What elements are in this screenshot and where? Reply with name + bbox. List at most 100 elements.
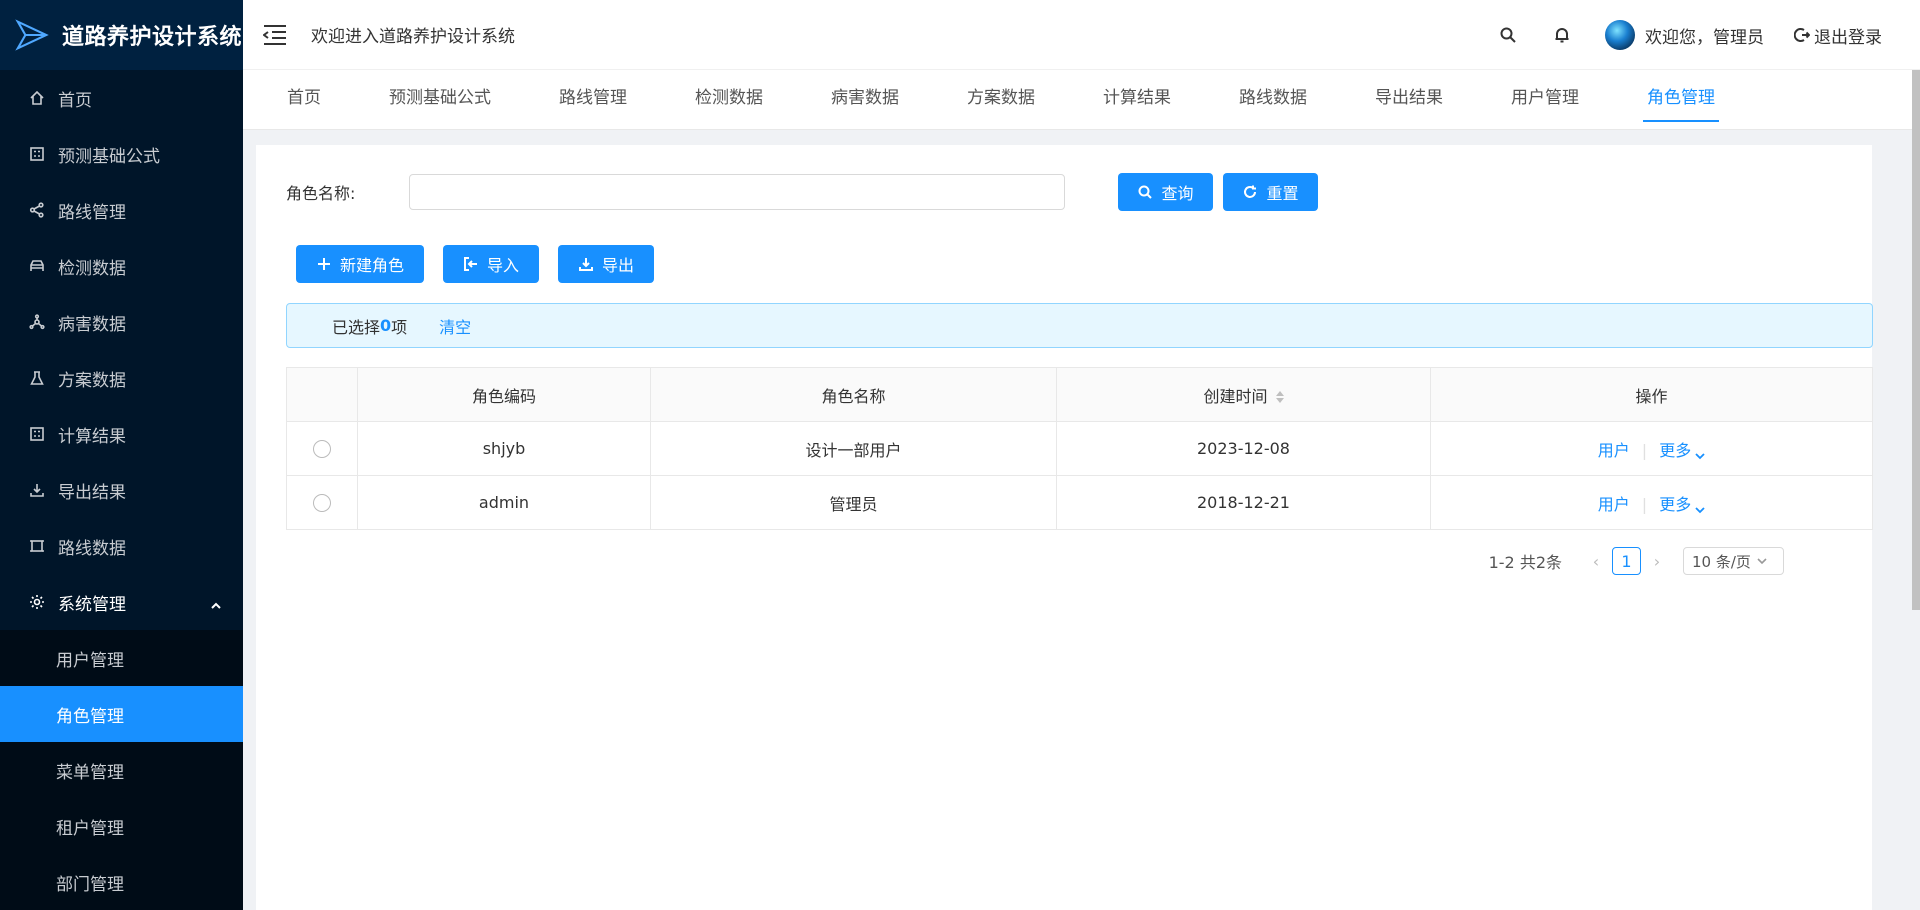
- page-size-select[interactable]: 10 条/页: [1683, 547, 1784, 575]
- experiment-icon: [28, 369, 46, 387]
- tab-inspection[interactable]: 检测数据: [661, 70, 797, 130]
- sidebar-item-route-data[interactable]: 路线数据: [0, 518, 243, 574]
- column-header-actions: 操作: [1430, 367, 1873, 422]
- sidebar-item-label: 角色管理: [56, 706, 124, 727]
- row-radio[interactable]: [313, 440, 331, 459]
- row-radio[interactable]: [313, 494, 331, 513]
- query-label: 查询: [1161, 186, 1194, 203]
- prev-page-button[interactable]: ‹: [1588, 552, 1604, 571]
- reload-icon: [1244, 185, 1257, 198]
- sidebar-item-disease[interactable]: 病害数据: [0, 294, 243, 350]
- sidebar-item-label: 路线管理: [58, 202, 126, 223]
- sidebar: 道路养护设计系统 首页 预测基础公式 路线管理 检测数据 病害数据 方案数据 计…: [0, 0, 243, 910]
- menu-fold-icon[interactable]: [263, 22, 289, 48]
- tab-home[interactable]: 首页: [253, 70, 355, 130]
- sidebar-item-user-mgmt[interactable]: 用户管理: [0, 630, 243, 686]
- table-row: admin 管理员 2018-12-21 用户 | 更多: [286, 475, 1873, 530]
- search-form: 角色名称: 查询 重置: [286, 173, 1318, 211]
- sidebar-item-label: 计算结果: [58, 426, 126, 447]
- sidebar-item-label: 路线数据: [58, 538, 126, 559]
- page-scrollbar[interactable]: [1912, 70, 1920, 610]
- tab-formula[interactable]: 预测基础公式: [355, 70, 525, 130]
- avatar[interactable]: [1605, 20, 1635, 50]
- sidebar-item-label: 检测数据: [58, 258, 126, 279]
- sidebar-item-tenant-mgmt[interactable]: 租户管理: [0, 798, 243, 854]
- export-button[interactable]: 导出: [558, 245, 654, 283]
- cell-actions: 用户 | 更多: [1430, 475, 1873, 530]
- chevron-down-icon: [1695, 500, 1705, 514]
- search-icon[interactable]: [1497, 24, 1519, 46]
- reset-button[interactable]: 重置: [1223, 173, 1318, 211]
- table-row: shjyb 设计一部用户 2023-12-08 用户 | 更多: [286, 421, 1873, 476]
- sidebar-item-dept-mgmt[interactable]: 部门管理: [0, 854, 243, 910]
- logout-button[interactable]: 退出登录: [1794, 23, 1882, 48]
- tab-role-mgmt[interactable]: 角色管理: [1613, 70, 1749, 130]
- query-button[interactable]: 查询: [1118, 173, 1213, 211]
- cell-created: 2018-12-21: [1056, 475, 1431, 530]
- sidebar-item-formula[interactable]: 预测基础公式: [0, 126, 243, 182]
- tab-disease[interactable]: 病害数据: [797, 70, 933, 130]
- user-link[interactable]: 用户: [1598, 441, 1630, 460]
- selection-suffix: 项: [391, 317, 408, 337]
- import-icon: [463, 257, 477, 271]
- main-content: 角色名称: 查询 重置 新建角色 导入 导出 已选择 0 项 清空 角色编码 角…: [256, 145, 1873, 910]
- import-button[interactable]: 导入: [443, 245, 539, 283]
- chevron-down-icon: [1757, 558, 1767, 565]
- pagination-total: 1-2 共2条: [1488, 553, 1562, 572]
- sidebar-item-home[interactable]: 首页: [0, 70, 243, 126]
- border-icon: [28, 537, 46, 555]
- setting-icon: [28, 593, 46, 611]
- tab-user-mgmt[interactable]: 用户管理: [1477, 70, 1613, 130]
- page-number-button[interactable]: 1: [1612, 547, 1641, 575]
- more-label: 更多: [1659, 440, 1692, 460]
- new-role-label: 新建角色: [339, 258, 404, 275]
- selection-alert: 已选择 0 项 清空: [286, 303, 1873, 348]
- sidebar-item-menu-mgmt[interactable]: 菜单管理: [0, 742, 243, 798]
- logo-icon: [15, 19, 49, 51]
- sidebar-item-label: 用户管理: [56, 650, 124, 671]
- role-name-input[interactable]: [409, 174, 1065, 210]
- sidebar-item-label: 系统管理: [58, 594, 126, 615]
- sidebar-item-label: 方案数据: [58, 370, 126, 391]
- more-dropdown[interactable]: 更多: [1659, 495, 1705, 514]
- sidebar-item-label: 导出结果: [58, 482, 126, 503]
- export-label: 导出: [601, 258, 634, 275]
- table-header-row: 角色编码 角色名称 创建时间 操作: [286, 367, 1873, 422]
- welcome-text: 欢迎进入道路养护设计系统: [311, 27, 515, 47]
- sidebar-item-plan[interactable]: 方案数据: [0, 350, 243, 406]
- download-icon: [28, 481, 46, 499]
- row-select-cell: [286, 421, 358, 476]
- clear-selection-link[interactable]: 清空: [439, 314, 471, 338]
- user-link[interactable]: 用户: [1598, 495, 1630, 514]
- select-column-header: [286, 367, 358, 422]
- tab-plan[interactable]: 方案数据: [933, 70, 1069, 130]
- cell-actions: 用户 | 更多: [1430, 421, 1873, 476]
- app-title: 道路养护设计系统: [62, 25, 243, 50]
- sidebar-item-system[interactable]: 系统管理: [0, 574, 243, 630]
- more-dropdown[interactable]: 更多: [1659, 441, 1705, 460]
- divider: |: [1641, 494, 1648, 514]
- sidebar-item-route[interactable]: 路线管理: [0, 182, 243, 238]
- system-submenu: 用户管理 角色管理 菜单管理 租户管理 部门管理: [0, 630, 243, 910]
- search-icon: [1138, 185, 1153, 199]
- tab-calc-result[interactable]: 计算结果: [1069, 70, 1205, 130]
- chevron-down-icon: [1695, 446, 1705, 460]
- bell-icon[interactable]: [1551, 24, 1573, 46]
- next-page-button[interactable]: ›: [1649, 552, 1665, 571]
- sidebar-item-inspection[interactable]: 检测数据: [0, 238, 243, 294]
- logo[interactable]: 道路养护设计系统: [0, 0, 243, 70]
- sidebar-item-calc-result[interactable]: 计算结果: [0, 406, 243, 462]
- new-role-button[interactable]: 新建角色: [296, 245, 424, 283]
- tab-route-data[interactable]: 路线数据: [1205, 70, 1341, 130]
- reset-label: 重置: [1266, 186, 1299, 203]
- cell-name: 管理员: [650, 475, 1057, 530]
- sidebar-item-export-result[interactable]: 导出结果: [0, 462, 243, 518]
- sort-icon[interactable]: [1275, 391, 1284, 403]
- cell-code: admin: [357, 475, 651, 530]
- tab-route[interactable]: 路线管理: [525, 70, 661, 130]
- tab-export-result[interactable]: 导出结果: [1341, 70, 1477, 130]
- sidebar-item-role-mgmt[interactable]: 角色管理: [0, 686, 243, 742]
- sidebar-item-label: 首页: [58, 90, 92, 111]
- column-header-created[interactable]: 创建时间: [1056, 367, 1431, 422]
- user-greeting[interactable]: 欢迎您，管理员: [1645, 23, 1764, 48]
